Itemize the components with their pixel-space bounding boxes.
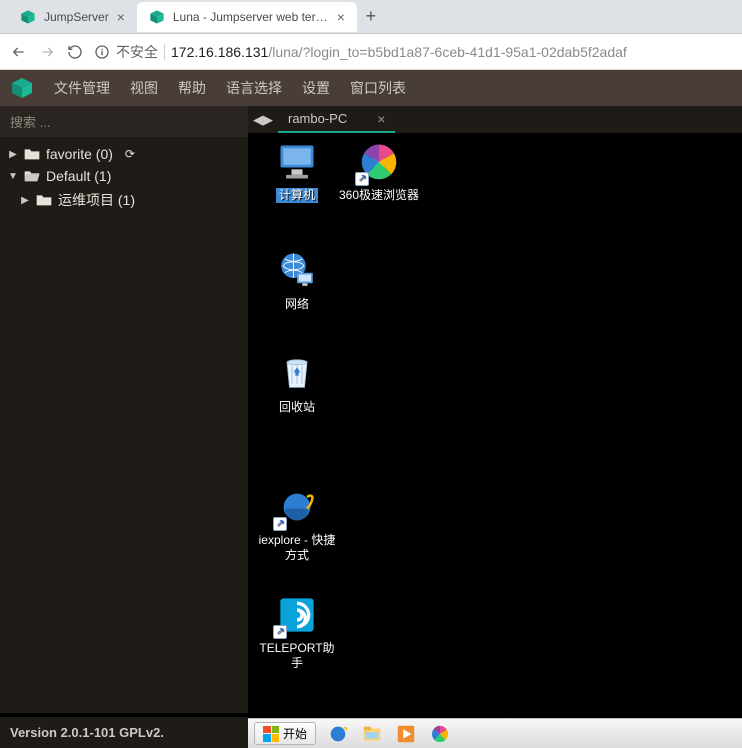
menu-file-manage[interactable]: 文件管理 [54, 78, 110, 98]
shortcut-arrow-icon: ↗ [273, 517, 287, 531]
folder-icon [36, 193, 52, 207]
tree-label: 运维项目 (1) [58, 190, 135, 210]
taskbar-360-icon[interactable] [428, 722, 452, 746]
taskbar: 开始 [248, 718, 742, 748]
start-label: 开始 [283, 725, 307, 742]
url-field[interactable]: 不安全 172.16.186.131/luna/?login_to=b5bd1a… [94, 42, 732, 62]
browser-tab-jumpserver[interactable]: JumpServer × [8, 2, 137, 32]
cube-icon [149, 9, 165, 25]
taskbar-explorer-icon[interactable] [360, 722, 384, 746]
caret-right-icon: ▶ [20, 195, 30, 206]
close-icon[interactable]: × [337, 9, 345, 25]
taskbar-media-icon[interactable] [394, 722, 418, 746]
icon-label: TELEPORT助手 [252, 641, 342, 671]
folder-open-icon [24, 169, 40, 183]
new-tab-button[interactable]: + [357, 6, 385, 27]
session-tab[interactable]: rambo-PC × [278, 106, 395, 133]
version-text: Version 2.0.1-101 GPLv2. [0, 713, 248, 748]
session-tab-label: rambo-PC [288, 111, 347, 126]
url-path: /luna/?login_to=b5bd1a87-6ceb-41d1-95a1-… [268, 44, 626, 60]
separator [164, 44, 165, 60]
back-button[interactable] [10, 43, 28, 61]
search-input[interactable]: 搜索 ... [0, 106, 248, 137]
icon-label: 回收站 [277, 400, 317, 415]
browser-tab-luna[interactable]: Luna - Jumpserver web termin × [137, 2, 357, 32]
app-logo-icon [10, 76, 34, 100]
url-host: 172.16.186.131 [171, 44, 268, 60]
remote-desktop[interactable]: 计算机 网络 回收站 ↗ [248, 134, 742, 748]
recycle-bin-icon [277, 354, 317, 394]
menu-help[interactable]: 帮助 [178, 78, 206, 98]
tree-node-project[interactable]: ▶ 运维项目 (1) [6, 187, 242, 213]
desktop-icon-teleport[interactable]: ↗ TELEPORT助手 [252, 593, 342, 671]
reload-button[interactable] [66, 43, 84, 61]
caret-down-icon: ▼ [8, 171, 18, 182]
desktop-icon-iexplore[interactable]: ↗ iexplore - 快捷方式 [252, 485, 342, 563]
icon-label: 网络 [283, 297, 311, 312]
sidebar: 搜索 ... ▶ favorite (0) ⟳ ▼ Default (1) ▶ … [0, 106, 248, 748]
shortcut-arrow-icon: ↗ [273, 625, 287, 639]
tree-node-favorite[interactable]: ▶ favorite (0) ⟳ [6, 143, 242, 165]
asset-tree: ▶ favorite (0) ⟳ ▼ Default (1) ▶ 运维项目 (1… [0, 137, 248, 713]
menu-language[interactable]: 语言选择 [226, 78, 282, 98]
app-menu-bar: 文件管理 视图 帮助 语言选择 设置 窗口列表 [0, 70, 742, 106]
tab-title: JumpServer [44, 10, 109, 24]
session-tab-strip: ◀▶ rambo-PC × [248, 106, 742, 134]
forward-button[interactable] [38, 43, 56, 61]
cube-icon [20, 9, 36, 25]
start-button[interactable]: 开始 [254, 722, 316, 745]
insecure-label: 不安全 [116, 42, 158, 62]
browser-tab-strip: JumpServer × Luna - Jumpserver web termi… [0, 0, 742, 34]
close-icon[interactable]: × [377, 111, 385, 127]
icon-label: 计算机 [276, 188, 318, 203]
close-icon[interactable]: × [117, 9, 125, 25]
tree-label: Default (1) [46, 168, 111, 184]
shortcut-arrow-icon: ↗ [355, 172, 369, 186]
info-icon [94, 44, 110, 60]
icon-label: iexplore - 快捷方式 [252, 533, 342, 563]
menu-windows[interactable]: 窗口列表 [350, 78, 406, 98]
folder-icon [24, 147, 40, 161]
tree-label: favorite (0) [46, 146, 113, 162]
tab-title: Luna - Jumpserver web termin [173, 10, 329, 24]
content-area: ◀▶ rambo-PC × 计算机 网络 [248, 106, 742, 748]
caret-right-icon: ▶ [8, 149, 18, 160]
icon-label: 360极速浏览器 [337, 188, 421, 203]
drag-handle-icon[interactable]: ◀▶ [248, 112, 278, 128]
address-bar: 不安全 172.16.186.131/luna/?login_to=b5bd1a… [0, 34, 742, 70]
desktop-icon-computer[interactable]: 计算机 [252, 140, 342, 203]
network-icon [276, 250, 318, 292]
taskbar-ie-icon[interactable] [326, 722, 350, 746]
refresh-icon[interactable]: ⟳ [125, 147, 135, 161]
windows-logo-icon [263, 726, 279, 742]
tree-node-default[interactable]: ▼ Default (1) [6, 165, 242, 187]
desktop-icon-network[interactable]: 网络 [252, 249, 342, 312]
menu-view[interactable]: 视图 [130, 78, 158, 98]
desktop-icon-360browser[interactable]: ↗ 360极速浏览器 [334, 140, 424, 203]
menu-settings[interactable]: 设置 [302, 78, 330, 98]
desktop-icon-recycle[interactable]: 回收站 [252, 352, 342, 415]
computer-icon [275, 140, 319, 184]
